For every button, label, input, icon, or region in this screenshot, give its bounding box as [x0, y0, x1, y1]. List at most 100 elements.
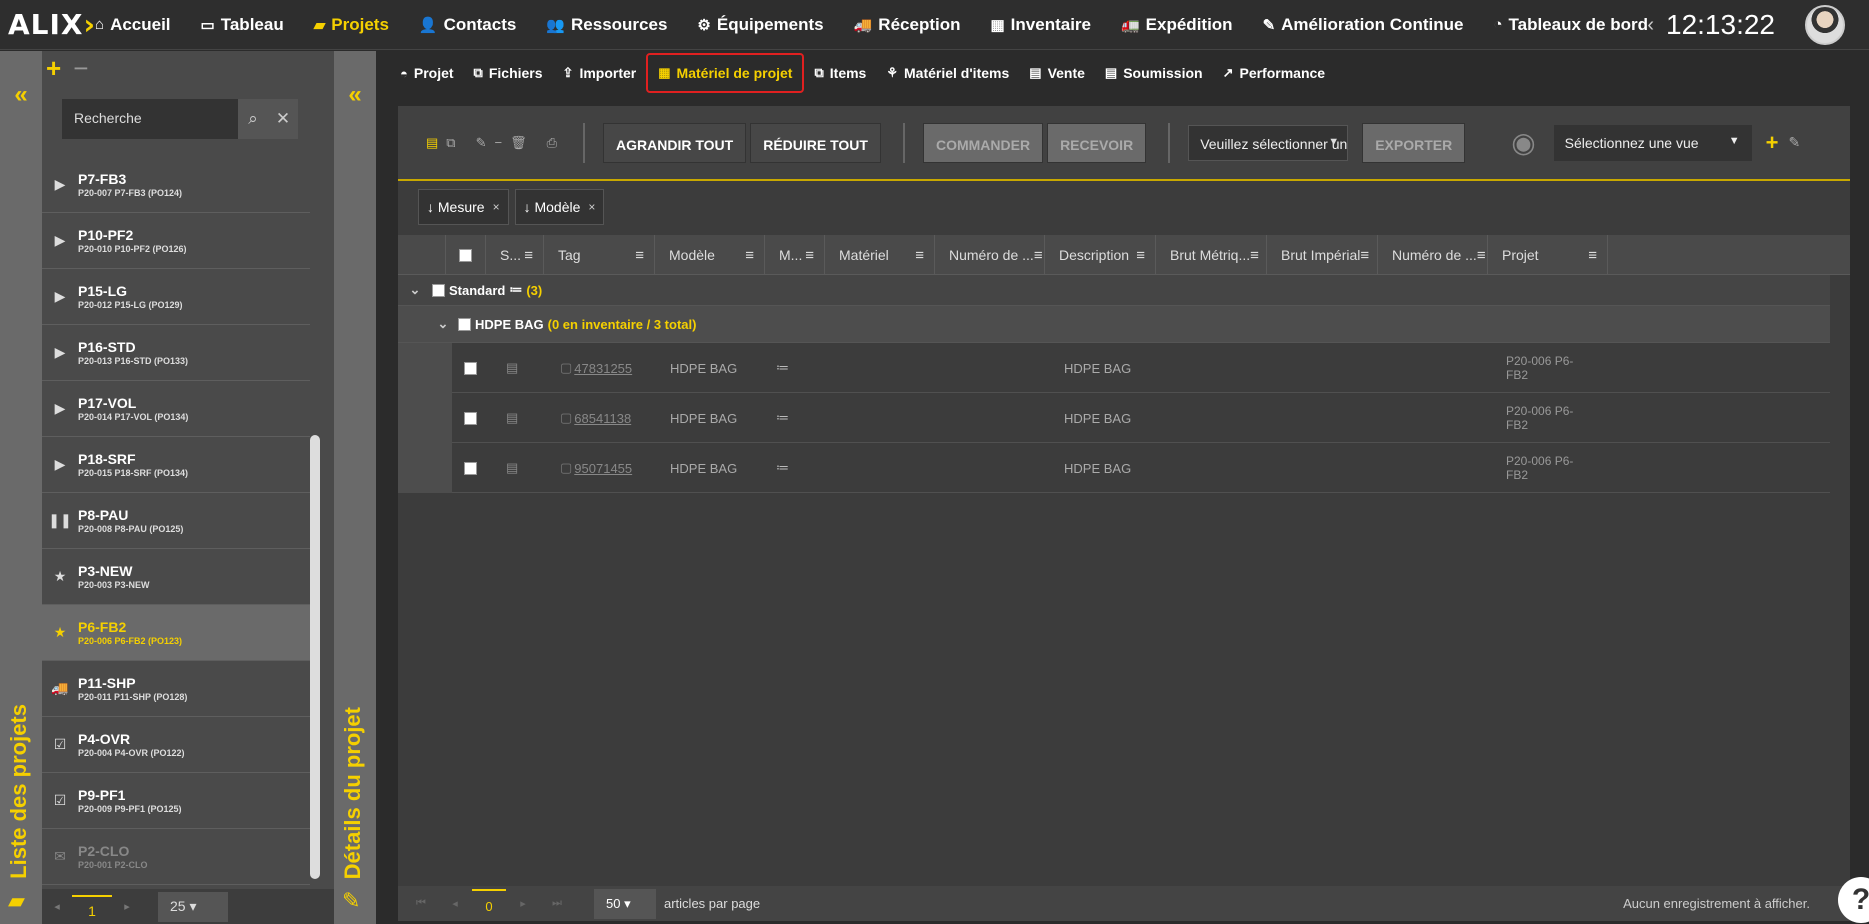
prev-page-icon[interactable]: ◂	[42, 900, 72, 913]
project-list-item[interactable]: ✉ P2-CLO P20-001 P2-CLO	[42, 829, 310, 885]
group-chip[interactable]: ↓ Mesure ×	[418, 189, 509, 225]
add-project-icon[interactable]: +	[46, 53, 61, 84]
tab-5[interactable]: ⚘ Matériel d'items	[876, 53, 1019, 93]
clear-search-icon[interactable]: ✕	[268, 99, 298, 139]
column-header[interactable]: Modèle ≡	[655, 235, 765, 275]
collapse-left-panel-icon[interactable]: «	[0, 81, 42, 109]
project-list-item[interactable]: ▶ P16-STD P20-013 P16-STD (PO133)	[42, 325, 310, 381]
print-icon[interactable]: ⎙	[547, 135, 557, 151]
current-page[interactable]: 1	[72, 894, 112, 919]
card-icon[interactable]: ▤	[506, 393, 518, 443]
group-checkbox[interactable]	[458, 317, 471, 331]
column-header[interactable]: S... ≡	[486, 235, 544, 275]
receive-button[interactable]: RECEVOIR	[1047, 122, 1147, 163]
eye-icon[interactable]: ◉	[1511, 126, 1535, 159]
remove-project-icon[interactable]: −	[73, 53, 88, 84]
list-icon[interactable]: ≔	[776, 343, 789, 393]
prev-page-icon[interactable]: ◂	[438, 897, 472, 910]
alix-logo[interactable]: ALIX ›	[0, 0, 95, 50]
column-menu-icon[interactable]: ≡	[635, 247, 644, 264]
select-all-checkbox[interactable]	[459, 248, 472, 262]
nav-item-7[interactable]: ▦ Inventaire	[975, 0, 1106, 50]
column-menu-icon[interactable]: ≡	[1360, 247, 1369, 264]
tab-0[interactable]: ◓ Projet	[390, 53, 464, 93]
nav-item-3[interactable]: 👤 Contacts	[404, 0, 531, 50]
copy-icon[interactable]: ⧉	[446, 135, 455, 151]
view-select[interactable]: Sélectionnez une vue ▼	[1553, 124, 1752, 161]
grid-scrollbar[interactable]	[1830, 275, 1850, 795]
search-icon[interactable]: ⌕	[238, 99, 268, 139]
copy-icon[interactable]: ▢	[560, 410, 572, 426]
table-row[interactable]: ▤ ▢ 68541138 HDPE BAG ≔ HDPE BAG P20-006 P6- FB…	[398, 392, 1830, 443]
list-icon[interactable]: ≔	[776, 443, 789, 493]
column-header[interactable]: Description ≡	[1045, 235, 1156, 275]
column-header[interactable]: M... ≡	[765, 235, 825, 275]
column-header[interactable]: Numéro de ... ≡	[1378, 235, 1488, 275]
column-header[interactable]: Projet ≡	[1488, 235, 1608, 275]
nav-item-8[interactable]: 🚛 Expédition	[1106, 0, 1248, 50]
column-header[interactable]: Brut Métriq... ≡	[1156, 235, 1267, 275]
nav-item-10[interactable]: ◔ Tableaux de bord	[1478, 0, 1663, 50]
collapse-details-icon[interactable]: «	[334, 81, 376, 109]
column-menu-icon[interactable]: ≡	[1250, 247, 1259, 264]
project-list-item[interactable]: 🚚 P11-SHP P20-011 P11-SHP (PO128)	[42, 661, 310, 717]
action-select[interactable]: Veuillez sélectionner un ▼	[1188, 124, 1349, 161]
row-checkbox[interactable]	[464, 411, 477, 425]
column-menu-icon[interactable]: ≡	[1588, 247, 1597, 264]
row-tag[interactable]: 68541138	[574, 411, 631, 426]
last-page-icon[interactable]: ⏭	[540, 897, 574, 910]
column-menu-icon[interactable]: ≡	[805, 247, 814, 264]
project-list-item[interactable]: ❚❚ P8-PAU P20-008 P8-PAU (PO125)	[42, 493, 310, 549]
nav-item-1[interactable]: ▭ Tableau	[186, 0, 299, 50]
export-button[interactable]: EXPORTER	[1362, 122, 1466, 163]
nav-item-6[interactable]: 🚚 Réception	[839, 0, 976, 50]
tab-7[interactable]: ▤ Soumission	[1095, 53, 1213, 93]
add-view-icon[interactable]: +	[1766, 130, 1779, 156]
list-icon[interactable]: ≔	[776, 393, 789, 443]
column-header[interactable]: Brut Impérial ≡	[1267, 235, 1378, 275]
row-checkbox[interactable]	[464, 361, 477, 375]
column-header[interactable]: Tag ≡	[544, 235, 655, 275]
chevron-down-icon[interactable]: ⌄	[432, 316, 454, 332]
chevron-left-icon[interactable]: ‹	[1647, 14, 1654, 37]
tab-1[interactable]: ⧉ Fichiers	[464, 53, 553, 93]
column-header[interactable]: Numéro de ... ≡	[935, 235, 1045, 275]
nav-item-2[interactable]: ▰ Projets	[299, 0, 404, 50]
project-list-item[interactable]: ★ P6-FB2 P20-006 P6-FB2 (PO123)	[42, 605, 310, 661]
edit-icon[interactable]: ✎	[476, 135, 487, 151]
page-size-select[interactable]: 25 ▾	[158, 891, 228, 922]
tab-4[interactable]: ⧉ Items	[804, 53, 876, 93]
column-menu-icon[interactable]: ≡	[915, 247, 924, 264]
column-menu-icon[interactable]: ≡	[1477, 247, 1486, 264]
page-size-select[interactable]: 50 ▾	[594, 888, 656, 919]
row-tag[interactable]: 47831255	[574, 361, 632, 376]
nav-item-4[interactable]: 👥 Ressources	[531, 0, 682, 50]
copy-icon[interactable]: ▢	[560, 360, 572, 376]
column-menu-icon[interactable]: ≡	[1136, 247, 1145, 264]
project-list-item[interactable]: ▶ P15-LG P20-012 P15-LG (PO129)	[42, 269, 310, 325]
row-checkbox[interactable]	[464, 461, 477, 475]
collapse-all-button[interactable]: RÉDUIRE TOUT	[750, 122, 881, 163]
nav-item-5[interactable]: ⚙ Équipements	[682, 0, 838, 50]
chevron-down-icon[interactable]: ⌄	[398, 282, 432, 298]
expand-all-button[interactable]: AGRANDIR TOUT	[603, 122, 747, 163]
copy-icon[interactable]: ▢	[560, 460, 572, 476]
card-icon[interactable]: ▤	[506, 443, 518, 493]
project-list-scrollbar[interactable]	[310, 435, 320, 879]
card-icon[interactable]: ▤	[506, 343, 518, 393]
tab-2[interactable]: ⇪ Importer	[553, 53, 647, 93]
next-page-icon[interactable]: ▸	[112, 900, 142, 913]
card-icon[interactable]: ▤	[426, 135, 438, 151]
close-icon[interactable]: ×	[588, 200, 595, 214]
table-row[interactable]: ▤ ▢ 47831255 HDPE BAG ≔ HDPE BAG P20-006 P6- FB…	[398, 342, 1830, 393]
close-icon[interactable]: ×	[493, 200, 500, 214]
column-menu-icon[interactable]: ≡	[745, 247, 754, 264]
column-header[interactable]: Matériel ≡	[825, 235, 935, 275]
group-chip[interactable]: ↓ Modèle ×	[514, 189, 605, 225]
avatar[interactable]	[1805, 5, 1845, 45]
project-list-item[interactable]: ▶ P10-PF2 P20-010 P10-PF2 (PO126)	[42, 213, 310, 269]
column-menu-icon[interactable]: ≡	[1034, 247, 1043, 264]
group-row-hdpe-bag[interactable]: ⌄ HDPE BAG (0 en inventaire / 3 total)	[398, 306, 1830, 343]
edit-view-icon[interactable]: ✎	[1789, 134, 1801, 151]
project-list-item[interactable]: ▶ P17-VOL P20-014 P17-VOL (PO134)	[42, 381, 310, 437]
